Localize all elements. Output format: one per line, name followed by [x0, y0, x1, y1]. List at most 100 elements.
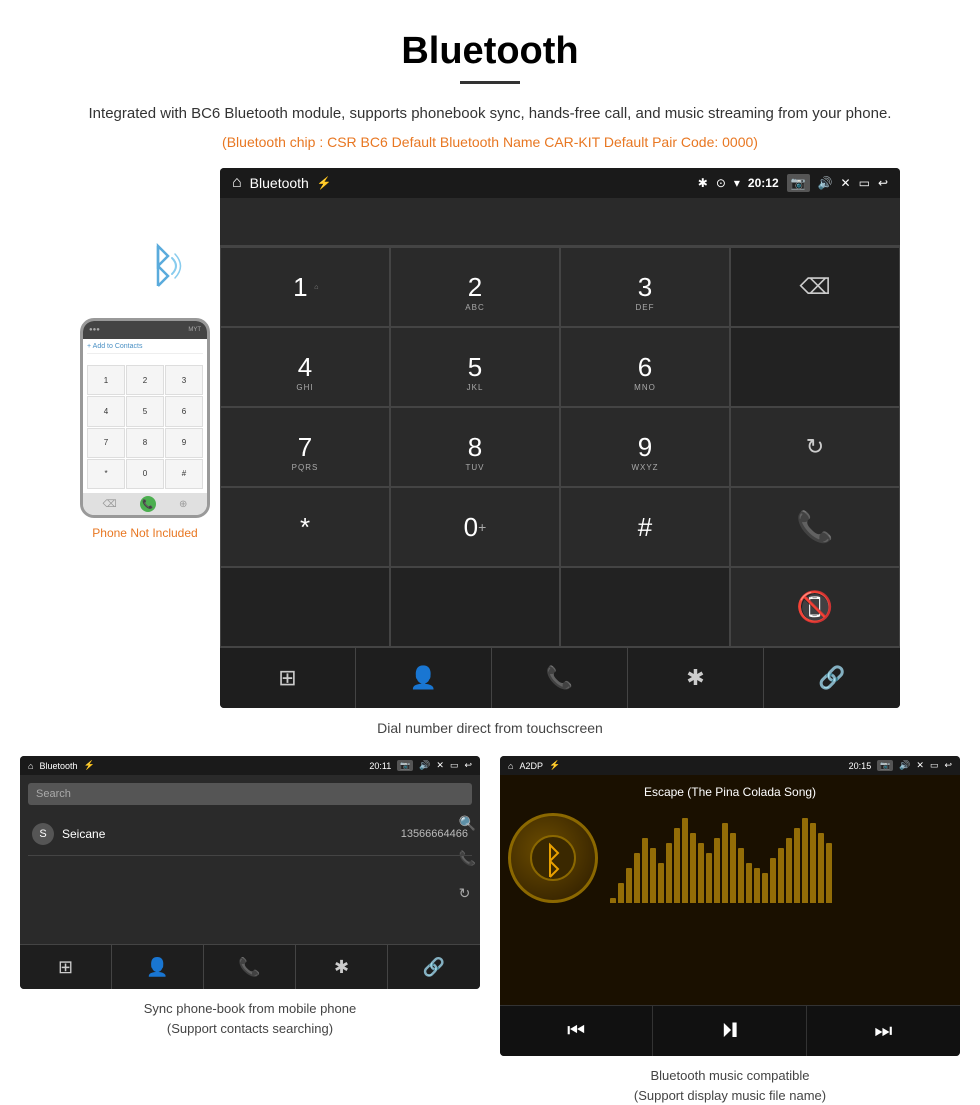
dial-key-9[interactable]: 9 WXYZ [560, 407, 730, 487]
signal-icon: ▾ [734, 176, 740, 190]
music-prev-button[interactable]: ⏮ [500, 1006, 653, 1056]
phone-key-7: 7 [87, 428, 125, 458]
bluetooth-status-icon: ✱ [698, 176, 708, 190]
dial-empty-1 [730, 327, 900, 407]
music-play-button[interactable]: ⏵❙ [653, 1006, 806, 1056]
pb-action-link[interactable]: 🔗 [388, 945, 480, 989]
music-screen-wrap: ⌂ A2DP ⚡ 20:15 📷 🔊 ✕ ▭ ↩ Escape (The Pin… [500, 756, 960, 1105]
dial-empty-3 [390, 567, 560, 647]
phonebook-content: Search S Seicane 13566664466 🔍 📞 ↻ [20, 775, 480, 944]
phone-key-3: 3 [165, 365, 203, 395]
side-phone-icon[interactable]: 📞 [459, 850, 476, 867]
bluetooth-icon-container [105, 228, 185, 308]
page-specs: (Bluetooth chip : CSR BC6 Default Blueto… [0, 134, 980, 150]
usb-icon: ⚡ [317, 176, 332, 190]
dial-backspace[interactable]: ⌫ [730, 247, 900, 327]
phone-keypad: 1 2 3 4 5 6 7 8 9 * 0 # [87, 365, 203, 489]
phone-add-contact: + Add to Contacts [87, 343, 203, 354]
phone-key-hash: # [165, 459, 203, 489]
dial-empty-4 [560, 567, 730, 647]
music-caption: Bluetooth music compatible(Support displ… [634, 1066, 826, 1105]
contact-row: S Seicane 13566664466 [28, 813, 472, 856]
side-search-icon[interactable]: 🔍 [459, 815, 476, 832]
dial-reload[interactable]: ↻ [730, 407, 900, 487]
action-bluetooth-icon[interactable]: ✱ [628, 648, 764, 708]
dial-key-1[interactable]: 1 ⌂ [220, 247, 390, 327]
music-vol-icon: 🔊 [899, 760, 910, 771]
phone-key-8: 8 [126, 428, 164, 458]
phone-mockup: ●●● MYT + Add to Contacts 1 2 3 4 5 6 7 … [80, 318, 210, 518]
phone-not-included-label: Phone Not Included [92, 526, 197, 540]
dial-key-7[interactable]: 7 PQRS [220, 407, 390, 487]
music-title: A2DP [519, 761, 543, 771]
music-body [500, 805, 960, 911]
action-contacts-icon[interactable]: 👤 [356, 648, 492, 708]
dial-key-6[interactable]: 6 MNO [560, 327, 730, 407]
phone-side: ●●● MYT + Add to Contacts 1 2 3 4 5 6 7 … [80, 228, 210, 540]
dial-key-3-sub: DEF [636, 303, 655, 312]
bottom-action-bar: ⊞ 👤 📞 ✱ 🔗 [220, 647, 900, 708]
dial-key-4-sub: GHI [296, 383, 313, 392]
pb-action-contacts[interactable]: 👤 [112, 945, 204, 989]
dial-key-4[interactable]: 4 GHI [220, 327, 390, 407]
phonebook-screen-wrap: ⌂ Bluetooth ⚡ 20:11 📷 🔊 ✕ ▭ ↩ Search S S… [20, 756, 480, 1105]
music-next-button[interactable]: ⏭ [807, 1006, 960, 1056]
phonebook-display: ⌂ Bluetooth ⚡ 20:11 📷 🔊 ✕ ▭ ↩ Search S S… [20, 756, 480, 989]
car-display-dialpad: ⌂ Bluetooth ⚡ ✱ ⊙ ▾ 20:12 📷 🔊 ✕ ▭ ↩ 1 ⌂ … [220, 168, 900, 708]
pb-screen-icon: ▭ [450, 760, 459, 771]
phone-screen: + Add to Contacts 1 2 3 4 5 6 7 8 9 * 0 … [83, 339, 207, 493]
car-status-bar: ⌂ Bluetooth ⚡ ✱ ⊙ ▾ 20:12 📷 🔊 ✕ ▭ ↩ [220, 168, 900, 198]
dial-key-3[interactable]: 3 DEF [560, 247, 730, 327]
phone-key-0: 0 [126, 459, 164, 489]
phone-key-1: 1 [87, 365, 125, 395]
phone-key-6: 6 [165, 396, 203, 426]
pb-action-bluetooth[interactable]: ✱ [296, 945, 388, 989]
music-note-icon [528, 833, 578, 883]
phone-top-bar: ●●● MYT [83, 321, 207, 339]
music-close-icon: ✕ [916, 760, 924, 771]
title-underline [460, 81, 520, 84]
car-time: 20:12 [748, 176, 779, 190]
phone-key-9: 9 [165, 428, 203, 458]
dial-call-green[interactable]: 📞 [730, 487, 900, 567]
side-reload-icon[interactable]: ↻ [459, 885, 476, 902]
album-art [508, 813, 598, 903]
car-display-title: Bluetooth [250, 175, 309, 191]
dial-key-6-sub: MNO [634, 383, 656, 392]
pb-title: Bluetooth [39, 761, 77, 771]
dial-key-5-sub: JKL [467, 383, 484, 392]
close-icon: ✕ [841, 176, 851, 190]
dial-key-hash[interactable]: # [560, 487, 730, 567]
dial-key-2[interactable]: 2 ABC [390, 247, 560, 327]
page-description: Integrated with BC6 Bluetooth module, su… [0, 102, 980, 126]
music-cam-icon: 📷 [877, 760, 893, 771]
phonebook-bottom-bar: ⊞ 👤 📞 ✱ 🔗 [20, 944, 480, 989]
dial-key-8-sub: TUV [466, 463, 485, 472]
music-content: Escape (The Pina Colada Song) [500, 775, 960, 1005]
camera-icon: 📷 [787, 174, 810, 192]
back-icon: ↩ [878, 176, 888, 190]
pb-action-phone[interactable]: 📞 [204, 945, 296, 989]
phone-key-4: 4 [87, 396, 125, 426]
dial-key-8[interactable]: 8 TUV [390, 407, 560, 487]
action-phone-icon[interactable]: 📞 [492, 648, 628, 708]
phonebook-caption: Sync phone-book from mobile phone(Suppor… [144, 999, 356, 1038]
dial-key-7-sub: PQRS [292, 463, 319, 472]
number-display [220, 198, 900, 246]
dial-caption: Dial number direct from touchscreen [0, 720, 980, 736]
contact-letter: S [32, 823, 54, 845]
music-controls: ⏮ ⏵❙ ⏭ [500, 1005, 960, 1056]
dialpad-grid[interactable]: 1 ⌂ 2 ABC 3 DEF ⌫ 4 GHI 5 JKL 6 MNO 7 PQ… [220, 246, 900, 647]
dial-key-5[interactable]: 5 JKL [390, 327, 560, 407]
action-grid-icon[interactable]: ⊞ [220, 648, 356, 708]
phone-key-5: 5 [126, 396, 164, 426]
dial-call-red[interactable]: 📵 [730, 567, 900, 647]
phone-key-star: * [87, 459, 125, 489]
action-link-icon[interactable]: 🔗 [764, 648, 900, 708]
music-home-icon: ⌂ [508, 761, 513, 771]
dial-key-0[interactable]: 0+ [390, 487, 560, 567]
volume-icon: 🔊 [818, 176, 833, 190]
search-bar[interactable]: Search [28, 783, 472, 805]
pb-action-grid[interactable]: ⊞ [20, 945, 112, 989]
dial-key-star[interactable]: * [220, 487, 390, 567]
